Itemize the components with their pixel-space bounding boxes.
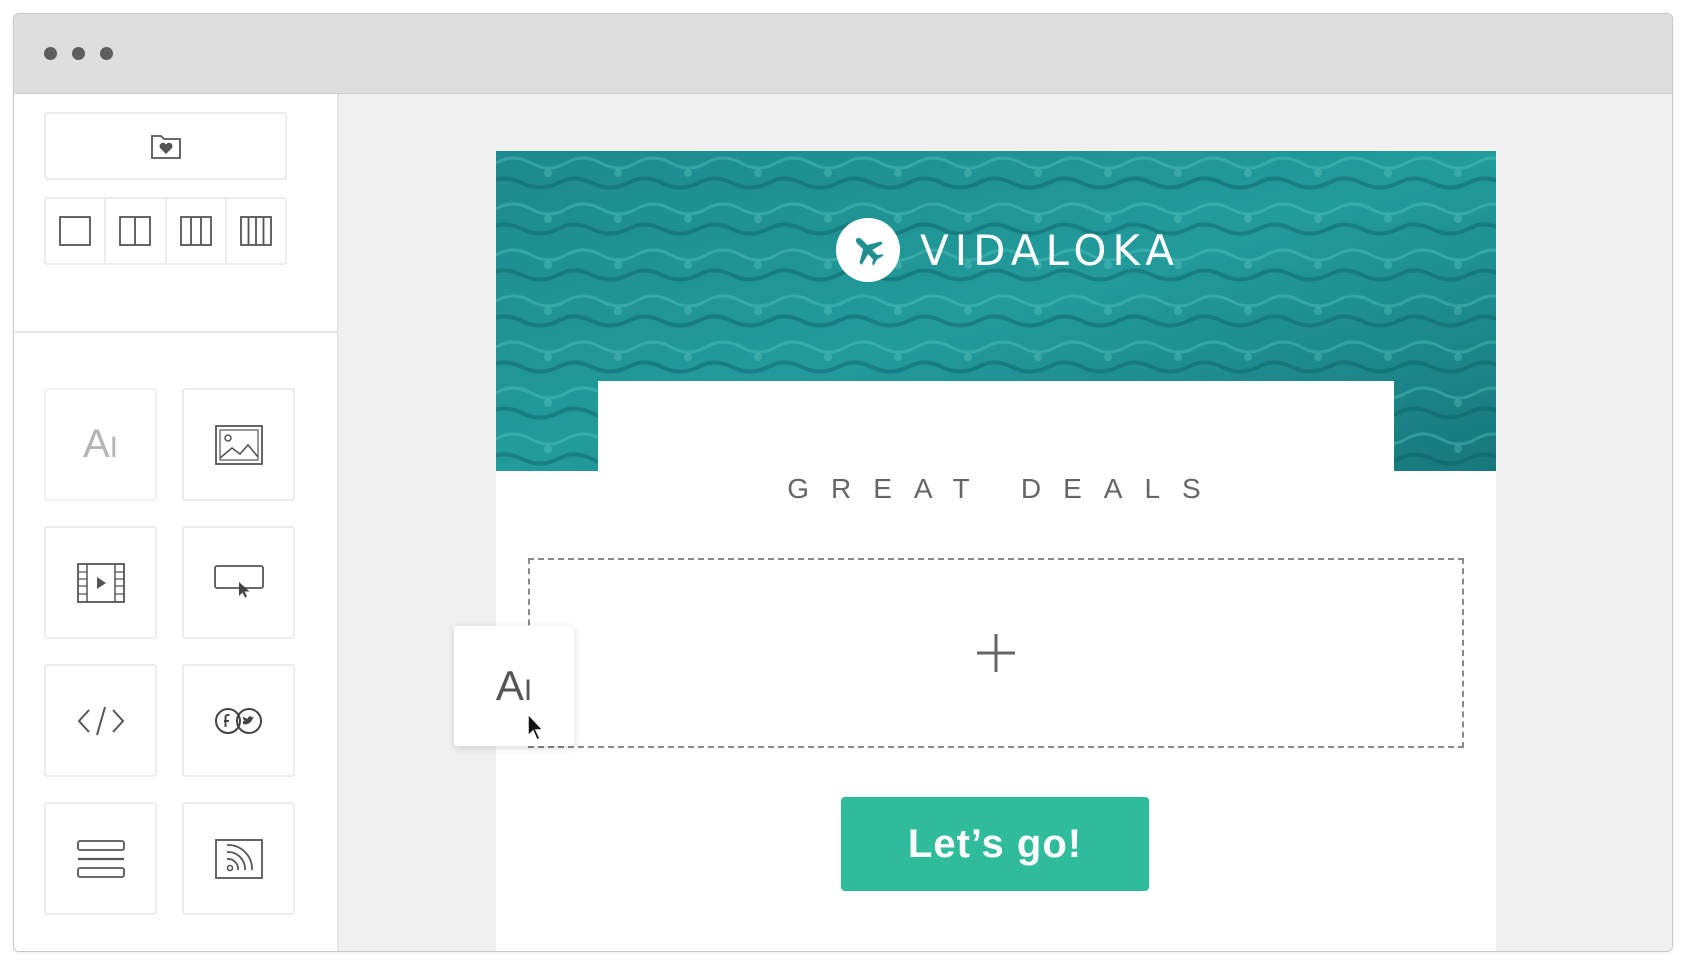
text-block-icon: AI	[82, 422, 119, 466]
plus-icon	[977, 634, 1015, 672]
code-block-icon	[77, 706, 124, 735]
social-block-tile[interactable]	[182, 664, 295, 777]
drop-zone[interactable]	[528, 558, 1464, 748]
saved-blocks-button[interactable]	[44, 112, 287, 180]
sidebar-divider	[14, 331, 337, 333]
dragged-text-block[interactable]: AI	[454, 626, 574, 746]
app-window: AI VIDALOKA GREAT DEALS Let’s go! AI	[13, 13, 1673, 952]
text-block-icon: AI	[495, 662, 533, 709]
layout-four-column[interactable]	[227, 199, 285, 263]
title-bar	[14, 14, 1672, 94]
email-headline: GREAT DEALS	[787, 473, 1223, 504]
video-block-icon	[76, 562, 125, 603]
folder-heart-icon	[150, 135, 181, 159]
email-canvas: VIDALOKA GREAT DEALS Let’s go!	[339, 94, 1672, 951]
button-block-icon	[213, 564, 264, 597]
four-column-icon	[239, 216, 272, 246]
window-dot-3[interactable]	[100, 47, 113, 60]
layout-three-column[interactable]	[167, 199, 227, 263]
cta-button[interactable]: Let’s go!	[841, 797, 1149, 891]
button-block-tile[interactable]	[182, 526, 295, 639]
layout-two-column[interactable]	[106, 199, 167, 263]
content-card-top	[598, 381, 1394, 481]
video-block-tile[interactable]	[44, 526, 157, 639]
divider-block-icon	[76, 839, 125, 878]
code-block-tile[interactable]	[44, 664, 157, 777]
divider-block-tile[interactable]	[44, 802, 157, 915]
window-dot-1[interactable]	[44, 47, 57, 60]
layout-selector	[44, 197, 287, 265]
two-column-icon	[119, 216, 152, 246]
three-column-icon	[179, 216, 212, 246]
window-dot-2[interactable]	[72, 47, 85, 60]
image-block-tile[interactable]	[182, 388, 295, 501]
rss-block-icon	[214, 838, 263, 879]
airplane-icon	[855, 237, 884, 266]
layout-one-column[interactable]	[46, 199, 107, 263]
social-block-icon	[214, 707, 262, 734]
brand-name: VIDALOKA	[920, 225, 1180, 275]
sidebar: AI	[14, 94, 339, 951]
cursor-arrow-icon	[527, 712, 545, 742]
text-block-tile[interactable]: AI	[44, 388, 157, 501]
brand-lockup: VIDALOKA	[836, 217, 1180, 283]
image-block-icon	[214, 424, 263, 465]
rss-block-tile[interactable]	[182, 802, 295, 915]
brand-logo	[836, 218, 900, 282]
one-column-icon	[59, 216, 92, 246]
email-preview: VIDALOKA GREAT DEALS Let’s go!	[496, 151, 1496, 951]
